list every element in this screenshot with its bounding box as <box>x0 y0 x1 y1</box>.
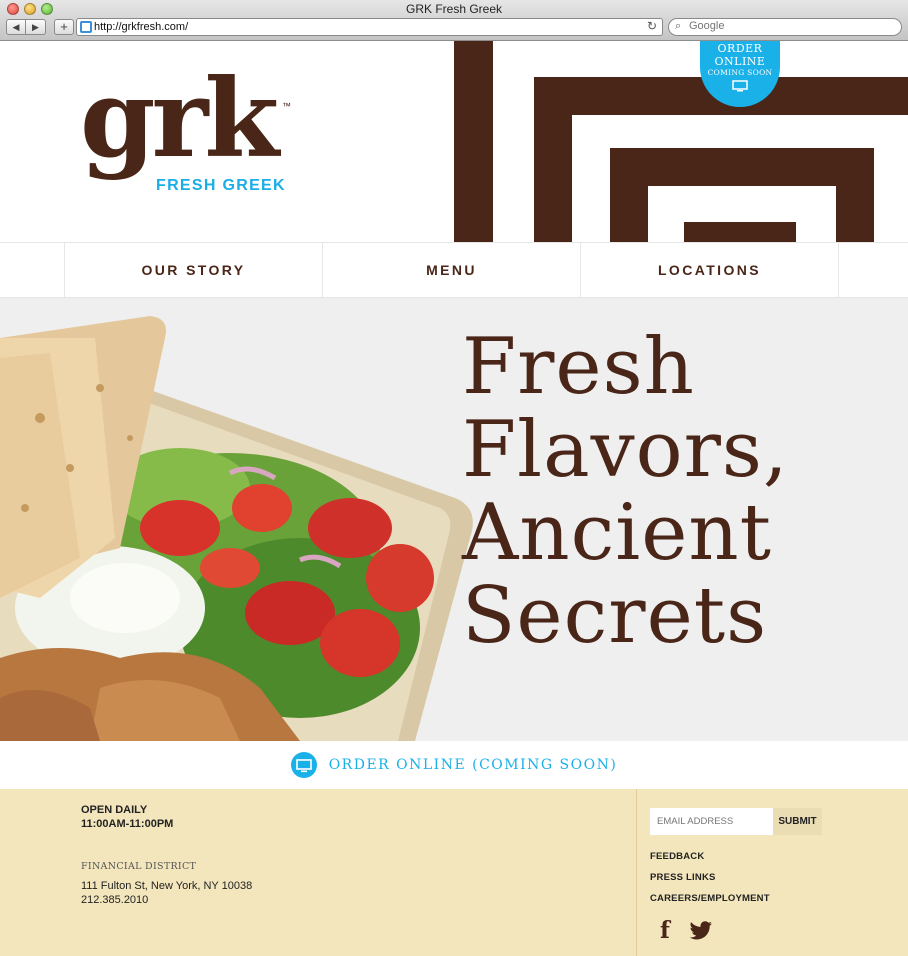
submit-button[interactable]: SUBMIT <box>773 808 822 835</box>
order-badge-line3: COMING SOON <box>707 68 773 77</box>
greek-key-pattern <box>454 41 908 242</box>
logo-trademark: ™ <box>282 101 291 111</box>
order-online-bar: ORDER ONLINE (COMING SOON) <box>0 741 908 789</box>
address-bar[interactable]: http://grkfresh.com/ ↻ <box>76 18 663 36</box>
add-bookmark-button[interactable]: + <box>54 19 74 35</box>
hours-time: 11:00AM-11:00PM <box>81 818 174 830</box>
careers-link[interactable]: CAREERS/EMPLOYMENT <box>650 893 770 904</box>
search-input[interactable] <box>689 20 889 32</box>
main-navigation: OUR STORY MENU LOCATIONS <box>0 242 908 298</box>
logo-wordmark: grk <box>80 56 279 182</box>
grk-logo[interactable]: grk ™ FRESH GREEK <box>80 56 291 194</box>
order-online-label: ORDER ONLINE (COMING SOON) <box>328 757 618 773</box>
order-online-link[interactable]: ORDER ONLINE (COMING SOON) <box>290 752 618 778</box>
order-badge-line1: ORDER <box>717 42 763 55</box>
feedback-link[interactable]: FEEDBACK <box>650 851 704 862</box>
browser-toolbar: GRK Fresh Greek ◀ ▶ + http://grkfresh.co… <box>0 0 908 41</box>
site-header: grk ™ FRESH GREEK ORDER ONLINE COMING SO… <box>0 41 908 242</box>
location-address: 111 Fulton St, New York, NY 10038 <box>81 880 253 892</box>
headline-line: Secrets <box>462 571 768 661</box>
twitter-icon[interactable] <box>689 921 713 941</box>
headline-line: Fresh <box>462 322 695 412</box>
food-bowl-image <box>0 316 473 741</box>
url-text[interactable]: http://grkfresh.com/ <box>94 21 188 33</box>
window-title: GRK Fresh Greek <box>405 2 503 16</box>
footer-divider <box>636 789 637 956</box>
nav-divider <box>838 243 839 298</box>
hero-headline: Fresh Flavors, Ancient Secrets <box>462 326 789 658</box>
monitor-icon <box>732 80 748 92</box>
search-icon: ⌕ <box>675 20 682 32</box>
browser-search-box[interactable]: ⌕ <box>668 18 902 36</box>
nav-our-story[interactable]: OUR STORY <box>64 243 322 298</box>
headline-line: Ancient <box>462 488 772 578</box>
hours-title: OPEN DAILY <box>81 804 148 816</box>
forward-button[interactable]: ▶ <box>26 19 46 35</box>
site-favicon-icon <box>80 21 92 33</box>
web-page: grk ™ FRESH GREEK ORDER ONLINE COMING SO… <box>0 41 908 956</box>
order-badge-line2: ONLINE <box>714 55 766 68</box>
hero-banner: Fresh Flavors, Ancient Secrets <box>0 298 908 741</box>
press-links-link[interactable]: PRESS LINKS <box>650 872 716 883</box>
email-field[interactable] <box>650 808 773 835</box>
monitor-icon <box>290 752 317 778</box>
facebook-icon[interactable]: f <box>660 919 670 942</box>
nav-locations[interactable]: LOCATIONS <box>580 243 838 298</box>
location-phone: 212.385.2010 <box>81 894 149 906</box>
back-button[interactable]: ◀ <box>6 19 26 35</box>
location-name: FINANCIAL DISTRICT <box>81 861 197 872</box>
reload-icon[interactable]: ↻ <box>647 19 657 33</box>
logo-tagline: FRESH GREEK <box>156 177 286 194</box>
headline-line: Flavors, <box>462 405 789 495</box>
nav-menu[interactable]: MENU <box>322 243 580 298</box>
site-footer: OPEN DAILY 11:00AM-11:00PM FINANCIAL DIS… <box>0 789 908 956</box>
